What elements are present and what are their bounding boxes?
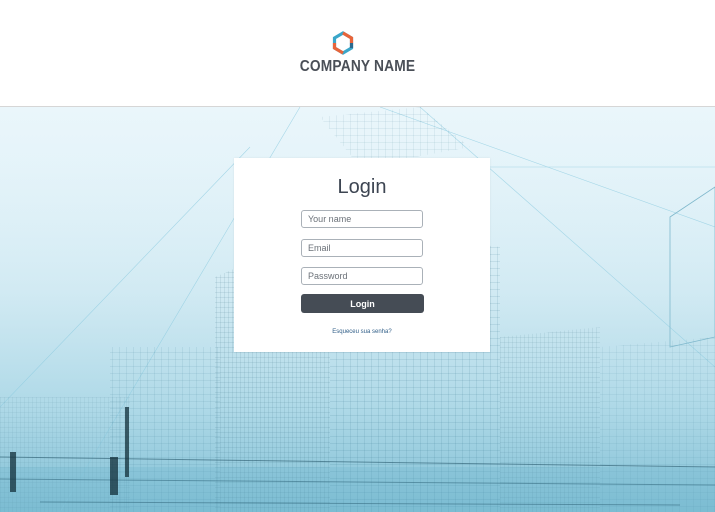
login-title: Login [337,176,387,198]
password-input[interactable] [301,267,423,285]
page-header: COMPANY NAME [0,0,715,107]
name-input[interactable] [301,210,423,228]
email-input[interactable] [301,239,423,257]
brand-name: COMPANY NAME [299,58,416,75]
forgot-password-link[interactable]: Esqueceu sua senha? [234,329,490,335]
login-card: Login Login Esqueceu sua senha? [234,158,490,352]
hexagon-logo-icon [332,31,354,55]
login-button[interactable]: Login [301,294,424,313]
